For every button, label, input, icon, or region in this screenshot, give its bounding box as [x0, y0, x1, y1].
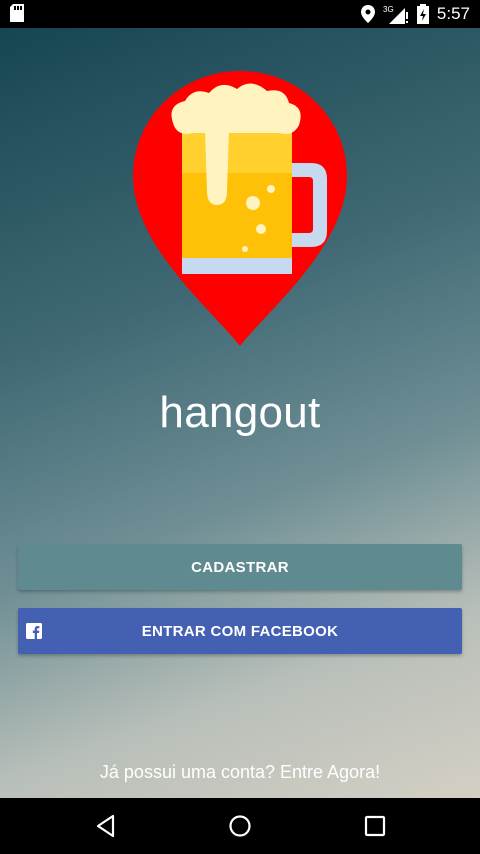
app-title: hangout — [159, 388, 321, 437]
home-icon[interactable] — [226, 812, 254, 840]
status-time: 5:57 — [436, 4, 470, 23]
back-icon[interactable] — [92, 812, 120, 840]
battery-icon — [416, 4, 429, 24]
sd-card-icon — [10, 4, 24, 22]
status-bar: 3G 5:57 — [0, 0, 480, 28]
facebook-icon — [26, 623, 42, 639]
navigation-bar — [0, 798, 480, 854]
welcome-screen: hangout CADASTRAR ENTRAR COM FACEBOOK Já… — [0, 28, 480, 798]
location-icon — [360, 5, 375, 23]
facebook-login-button[interactable]: ENTRAR COM FACEBOOK — [18, 608, 462, 654]
login-link[interactable]: Já possui uma conta? Entre Agora! — [0, 762, 480, 783]
register-button-label: CADASTRAR — [191, 558, 289, 576]
register-button[interactable]: CADASTRAR — [18, 544, 462, 590]
facebook-login-label: ENTRAR COM FACEBOOK — [141, 622, 339, 640]
signal-icon: 3G — [383, 5, 408, 24]
recents-icon[interactable] — [361, 812, 389, 840]
network-type: 3G — [383, 5, 394, 14]
beer-mug-location-pin-icon — [133, 71, 347, 346]
